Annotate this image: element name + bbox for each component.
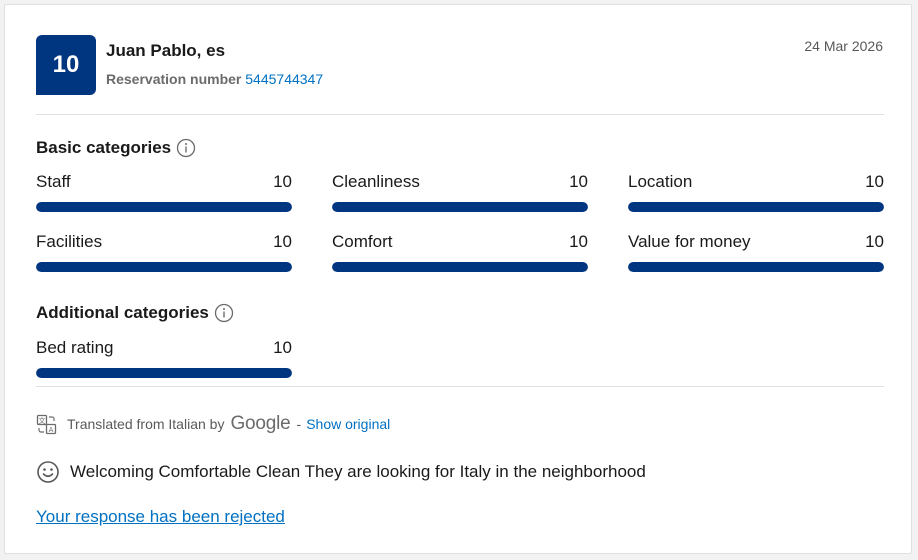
score-bar-fill <box>36 202 292 212</box>
score-bar-fill <box>332 262 588 272</box>
category-label: Cleanliness <box>332 172 420 191</box>
reservation-info: Reservation number 5445744347 <box>106 71 323 87</box>
additional-categories-title: Additional categories <box>36 303 234 323</box>
info-icon[interactable] <box>176 138 196 158</box>
score-badge: 10 <box>36 35 96 95</box>
response-status-link[interactable]: Your response has been rejected <box>36 507 285 527</box>
score-bar <box>628 262 884 272</box>
score-bar <box>628 202 884 212</box>
category-comfort: Comfort 10 <box>332 232 588 272</box>
review-positive-text: Welcoming Comfortable Clean They are loo… <box>36 460 646 484</box>
translation-notice: 文 A Translated from Italian by Google - … <box>36 413 390 435</box>
google-logo: Google <box>230 413 291 434</box>
category-value-for-money: Value for money 10 <box>628 232 884 272</box>
category-score: 10 <box>865 172 884 191</box>
score-bar-fill <box>628 262 884 272</box>
reservation-label: Reservation number <box>106 71 242 87</box>
reviewer-name: Juan Pablo, es <box>106 41 226 60</box>
category-score: 10 <box>273 172 292 191</box>
score-bar-fill <box>36 368 292 378</box>
info-icon[interactable] <box>214 303 234 323</box>
category-facilities: Facilities 10 <box>36 232 292 272</box>
score-value: 10 <box>52 51 80 78</box>
smile-icon <box>36 460 60 484</box>
category-staff: Staff 10 <box>36 172 292 212</box>
categories-divider <box>36 386 884 387</box>
score-bar-fill <box>332 202 588 212</box>
translation-text: Translated from Italian by <box>67 416 225 432</box>
score-bar-fill <box>628 202 884 212</box>
additional-categories-label: Additional categories <box>36 303 209 322</box>
category-label: Comfort <box>332 232 393 251</box>
header-divider <box>36 114 884 115</box>
translate-icon: 文 A <box>36 414 57 435</box>
review-card: 10 Juan Pablo, es Reservation number 544… <box>4 4 912 554</box>
score-bar <box>36 368 292 378</box>
category-label: Bed rating <box>36 338 114 357</box>
category-score: 10 <box>273 338 292 357</box>
svg-text:文: 文 <box>39 416 46 425</box>
category-bed-rating: Bed rating 10 <box>36 338 292 378</box>
review-date: 24 Mar 2026 <box>804 38 883 54</box>
category-score: 10 <box>569 232 588 251</box>
category-cleanliness: Cleanliness 10 <box>332 172 588 212</box>
score-bar <box>36 202 292 212</box>
basic-categories-label: Basic categories <box>36 138 172 157</box>
category-label: Staff <box>36 172 71 191</box>
category-label: Facilities <box>36 232 103 251</box>
category-location: Location 10 <box>628 172 884 212</box>
category-label: Location <box>628 172 693 191</box>
category-score: 10 <box>569 172 588 191</box>
score-bar <box>332 262 588 272</box>
show-original-link[interactable]: Show original <box>306 416 390 432</box>
review-body: Welcoming Comfortable Clean They are loo… <box>70 462 646 481</box>
translation-separator: - <box>296 416 302 432</box>
reservation-number[interactable]: 5445744347 <box>245 71 323 87</box>
score-bar <box>36 262 292 272</box>
score-bar <box>332 202 588 212</box>
category-score: 10 <box>273 232 292 251</box>
category-label: Value for money <box>628 232 751 251</box>
svg-text:A: A <box>49 426 54 434</box>
category-score: 10 <box>865 232 884 251</box>
score-bar-fill <box>36 262 292 272</box>
basic-categories-title: Basic categories <box>36 138 196 158</box>
